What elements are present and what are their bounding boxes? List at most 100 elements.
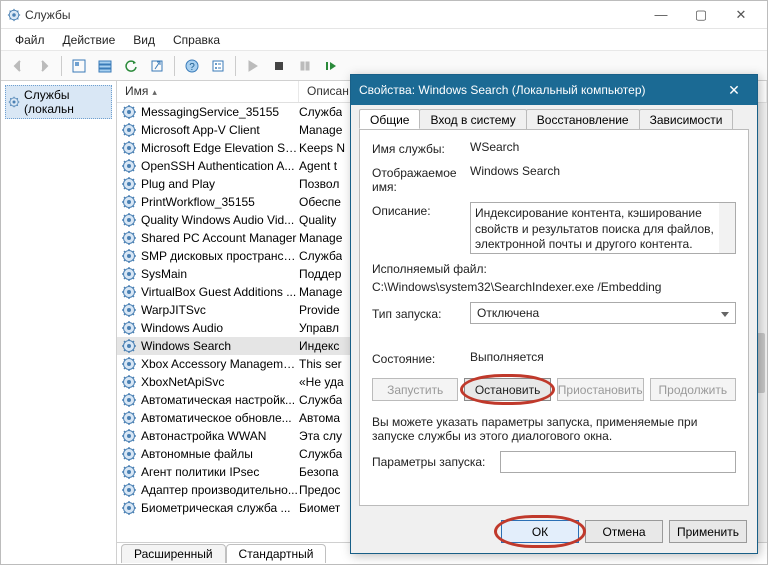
refresh-button[interactable] bbox=[120, 55, 142, 77]
export-button[interactable] bbox=[146, 55, 168, 77]
service-gear-icon bbox=[121, 428, 137, 444]
service-name: XboxNetApiSvc bbox=[141, 375, 299, 389]
service-name: Shared PC Account Manager bbox=[141, 231, 299, 245]
service-desc: Эта слу bbox=[299, 429, 342, 443]
value-executable: C:\Windows\system32\SearchIndexer.exe /E… bbox=[372, 280, 736, 294]
apply-button[interactable]: Применить bbox=[669, 520, 747, 543]
service-gear-icon bbox=[121, 176, 137, 192]
service-gear-icon bbox=[121, 104, 137, 120]
start-service-button bbox=[242, 55, 264, 77]
dialog-titlebar: Свойства: Windows Search (Локальный комп… bbox=[351, 75, 757, 105]
start-params-hint: Вы можете указать параметры запуска, при… bbox=[372, 415, 736, 443]
dialog-close-button[interactable]: ✕ bbox=[719, 82, 749, 99]
service-desc: Служба bbox=[299, 393, 342, 407]
close-button[interactable]: ✕ bbox=[721, 5, 761, 25]
service-gear-icon bbox=[121, 356, 137, 372]
service-name: Microsoft App-V Client bbox=[141, 123, 299, 137]
service-name: Автономные файлы bbox=[141, 447, 299, 461]
window-title: Службы bbox=[25, 8, 70, 22]
service-gear-icon bbox=[121, 392, 137, 408]
value-service-name: WSearch bbox=[470, 140, 736, 154]
cancel-button[interactable]: Отмена bbox=[585, 520, 663, 543]
service-gear-icon bbox=[121, 464, 137, 480]
column-name[interactable]: Имя▴ bbox=[117, 81, 299, 102]
forward-button bbox=[33, 55, 55, 77]
menu-file[interactable]: Файл bbox=[7, 31, 53, 49]
menu-help[interactable]: Справка bbox=[165, 31, 228, 49]
label-start-params: Параметры запуска: bbox=[372, 455, 492, 469]
service-name: Автоматическое обновле... bbox=[141, 411, 299, 425]
dialog-tabs: Общие Вход в систему Восстановление Зави… bbox=[351, 105, 757, 129]
stop-service-button[interactable] bbox=[268, 55, 290, 77]
help-button[interactable]: ? bbox=[181, 55, 203, 77]
details-button[interactable] bbox=[94, 55, 116, 77]
service-desc: Автома bbox=[299, 411, 340, 425]
service-name: Адаптер производительно... bbox=[141, 483, 299, 497]
service-gear-icon bbox=[121, 158, 137, 174]
service-gear-icon bbox=[121, 500, 137, 516]
maximize-button[interactable]: ▢ bbox=[681, 5, 721, 25]
service-name: VirtualBox Guest Additions ... bbox=[141, 285, 299, 299]
tab-extended[interactable]: Расширенный bbox=[121, 544, 226, 563]
service-name: WarpJITSvc bbox=[141, 303, 299, 317]
service-name: Quality Windows Audio Vid... bbox=[141, 213, 299, 227]
start-params-input[interactable] bbox=[500, 451, 736, 473]
service-gear-icon bbox=[121, 374, 137, 390]
service-desc: Quality bbox=[299, 213, 336, 227]
resume-button: Продолжить bbox=[650, 378, 736, 401]
service-gear-icon bbox=[121, 212, 137, 228]
restart-service-button[interactable] bbox=[320, 55, 342, 77]
service-name: SMP дисковых пространств... bbox=[141, 249, 299, 263]
dialog-title: Свойства: Windows Search (Локальный комп… bbox=[359, 83, 646, 97]
service-name: Биометрическая служба ... bbox=[141, 501, 299, 515]
service-desc: Manage bbox=[299, 285, 342, 299]
tab-logon[interactable]: Вход в систему bbox=[419, 109, 526, 129]
label-status: Состояние: bbox=[372, 350, 462, 366]
stop-button[interactable]: Остановить bbox=[464, 378, 550, 401]
service-desc: Служба bbox=[299, 105, 342, 119]
service-desc: Agent t bbox=[299, 159, 337, 173]
service-desc: Позвол bbox=[299, 177, 339, 191]
label-display-name: Отображаемое имя: bbox=[372, 164, 462, 194]
service-name: Автонастройка WWAN bbox=[141, 429, 299, 443]
service-desc: Обеспе bbox=[299, 195, 341, 209]
menubar: Файл Действие Вид Справка bbox=[1, 29, 767, 51]
show-hide-tree-button[interactable] bbox=[68, 55, 90, 77]
minimize-button[interactable]: — bbox=[641, 5, 681, 25]
service-desc: Manage bbox=[299, 123, 342, 137]
svg-text:?: ? bbox=[189, 62, 195, 73]
startup-type-select[interactable]: Отключена bbox=[470, 302, 736, 324]
service-gear-icon bbox=[121, 194, 137, 210]
menu-view[interactable]: Вид bbox=[125, 31, 163, 49]
label-description: Описание: bbox=[372, 202, 462, 218]
service-gear-icon bbox=[121, 410, 137, 426]
tab-dependencies[interactable]: Зависимости bbox=[639, 109, 734, 129]
value-description: Индексирование контента, кэширование сво… bbox=[470, 202, 736, 254]
label-executable: Исполняемый файл: bbox=[372, 262, 736, 276]
tab-recovery[interactable]: Восстановление bbox=[526, 109, 640, 129]
dialog-body: Имя службы: WSearch Отображаемое имя: Wi… bbox=[359, 129, 749, 506]
service-desc: Управл bbox=[299, 321, 339, 335]
service-gear-icon bbox=[121, 230, 137, 246]
tree-root-services[interactable]: Службы (локальн bbox=[5, 85, 112, 119]
service-name: SysMain bbox=[141, 267, 299, 281]
service-gear-icon bbox=[121, 140, 137, 156]
service-desc: Биомет bbox=[299, 501, 340, 515]
service-gear-icon bbox=[121, 284, 137, 300]
label-startup-type: Тип запуска: bbox=[372, 305, 462, 321]
description-scrollbar[interactable] bbox=[719, 203, 735, 253]
tab-general[interactable]: Общие bbox=[359, 109, 420, 129]
service-name: OpenSSH Authentication A... bbox=[141, 159, 299, 173]
properties-button[interactable] bbox=[207, 55, 229, 77]
service-properties-dialog: Свойства: Windows Search (Локальный комп… bbox=[350, 74, 758, 554]
ok-button[interactable]: ОК bbox=[501, 520, 579, 543]
service-name: Windows Audio bbox=[141, 321, 299, 335]
service-gear-icon bbox=[121, 302, 137, 318]
menu-action[interactable]: Действие bbox=[55, 31, 124, 49]
titlebar: Службы — ▢ ✕ bbox=[1, 1, 767, 29]
services-icon bbox=[7, 8, 21, 22]
tab-standard[interactable]: Стандартный bbox=[226, 544, 327, 563]
value-status: Выполняется bbox=[470, 350, 736, 364]
service-desc: Предос bbox=[299, 483, 340, 497]
tree-pane: Службы (локальн bbox=[1, 81, 117, 564]
